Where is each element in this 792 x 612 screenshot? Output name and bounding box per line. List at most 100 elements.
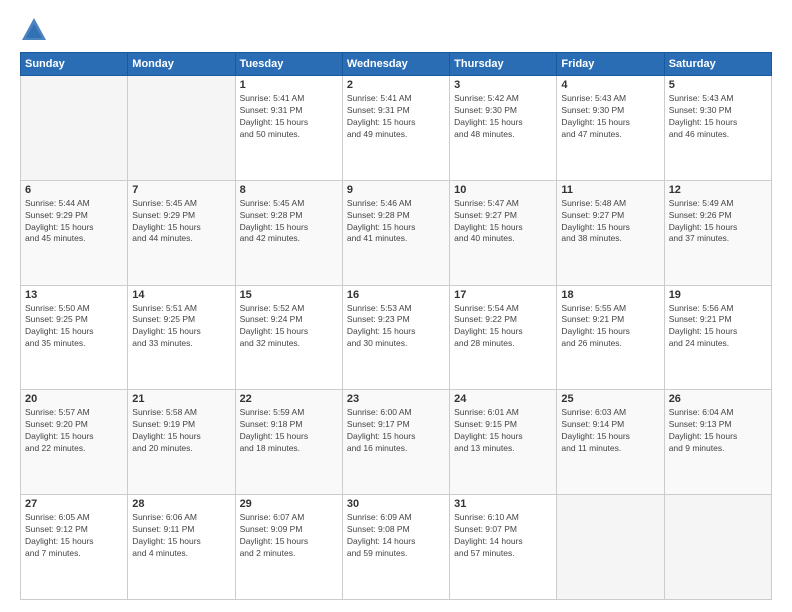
day-number: 18	[561, 289, 659, 301]
day-number: 19	[669, 289, 767, 301]
calendar-cell: 3Sunrise: 5:42 AM Sunset: 9:30 PM Daylig…	[450, 76, 557, 181]
calendar-cell: 15 Sunrise: 5:52 AM Sunset: 9:24 PM Dayli…	[235, 285, 342, 390]
day-info: Sunrise: 5:58 AM Sunset: 9:19 PM Dayligh…	[132, 407, 230, 455]
day-number: 22	[240, 393, 338, 405]
day-number: 31	[454, 498, 552, 510]
day-number: 2	[347, 79, 445, 91]
day-info: Sunrise: 5:41 AM Sunset: 9:31 PM Dayligh…	[347, 93, 445, 141]
page: SundayMondayTuesdayWednesdayThursdayFrid…	[0, 0, 792, 612]
day-info: Sunrise: 6:00 AM Sunset: 9:17 PM Dayligh…	[347, 407, 445, 455]
day-info: Sunrise: 6:01 AM Sunset: 9:15 PM Dayligh…	[454, 407, 552, 455]
weekday-header-thursday: Thursday	[450, 53, 557, 76]
day-number: 5	[669, 79, 767, 91]
calendar-cell: 2 Sunrise: 5:41 AM Sunset: 9:31 PM Daylig…	[342, 76, 449, 181]
calendar-cell: 29 Sunrise: 6:07 AM Sunset: 9:09 PM Dayli…	[235, 495, 342, 600]
calendar-cell: 26Sunrise: 6:04 AM Sunset: 9:13 PM Dayli…	[664, 390, 771, 495]
logo	[20, 16, 52, 44]
calendar-cell: 7 Sunrise: 5:45 AM Sunset: 9:29 PM Daylig…	[128, 180, 235, 285]
day-info: Sunrise: 5:48 AM Sunset: 9:27 PM Dayligh…	[561, 198, 659, 246]
calendar-cell: 16 Sunrise: 5:53 AM Sunset: 9:23 PM Dayli…	[342, 285, 449, 390]
week-row-1: 1 Sunrise: 5:41 AM Sunset: 9:31 PM Daylig…	[21, 76, 772, 181]
week-row-4: 20Sunrise: 5:57 AM Sunset: 9:20 PM Dayli…	[21, 390, 772, 495]
weekday-header-saturday: Saturday	[664, 53, 771, 76]
calendar-cell: 6 Sunrise: 5:44 AM Sunset: 9:29 PM Daylig…	[21, 180, 128, 285]
day-info: Sunrise: 5:59 AM Sunset: 9:18 PM Dayligh…	[240, 407, 338, 455]
day-number: 11	[561, 184, 659, 196]
calendar-cell: 11 Sunrise: 5:48 AM Sunset: 9:27 PM Dayli…	[557, 180, 664, 285]
calendar-cell: 21 Sunrise: 5:58 AM Sunset: 9:19 PM Dayli…	[128, 390, 235, 495]
day-number: 12	[669, 184, 767, 196]
weekday-header-sunday: Sunday	[21, 53, 128, 76]
day-number: 8	[240, 184, 338, 196]
day-info: Sunrise: 5:43 AM Sunset: 9:30 PM Dayligh…	[669, 93, 767, 141]
calendar-cell: 8 Sunrise: 5:45 AM Sunset: 9:28 PM Daylig…	[235, 180, 342, 285]
calendar-cell	[128, 76, 235, 181]
day-number: 25	[561, 393, 659, 405]
calendar-cell	[557, 495, 664, 600]
day-info: Sunrise: 5:46 AM Sunset: 9:28 PM Dayligh…	[347, 198, 445, 246]
day-info: Sunrise: 6:09 AM Sunset: 9:08 PM Dayligh…	[347, 512, 445, 560]
calendar-cell: 14 Sunrise: 5:51 AM Sunset: 9:25 PM Dayli…	[128, 285, 235, 390]
day-info: Sunrise: 6:07 AM Sunset: 9:09 PM Dayligh…	[240, 512, 338, 560]
day-info: Sunrise: 5:43 AM Sunset: 9:30 PM Dayligh…	[561, 93, 659, 141]
day-info: Sunrise: 5:45 AM Sunset: 9:29 PM Dayligh…	[132, 198, 230, 246]
calendar-cell	[21, 76, 128, 181]
weekday-header-friday: Friday	[557, 53, 664, 76]
calendar-cell: 20Sunrise: 5:57 AM Sunset: 9:20 PM Dayli…	[21, 390, 128, 495]
day-info: Sunrise: 5:50 AM Sunset: 9:25 PM Dayligh…	[25, 303, 123, 351]
week-row-5: 27Sunrise: 6:05 AM Sunset: 9:12 PM Dayli…	[21, 495, 772, 600]
week-row-3: 13 Sunrise: 5:50 AM Sunset: 9:25 PM Dayli…	[21, 285, 772, 390]
day-number: 17	[454, 289, 552, 301]
day-number: 21	[132, 393, 230, 405]
day-info: Sunrise: 6:10 AM Sunset: 9:07 PM Dayligh…	[454, 512, 552, 560]
week-row-2: 6 Sunrise: 5:44 AM Sunset: 9:29 PM Daylig…	[21, 180, 772, 285]
day-info: Sunrise: 5:45 AM Sunset: 9:28 PM Dayligh…	[240, 198, 338, 246]
calendar-cell: 22 Sunrise: 5:59 AM Sunset: 9:18 PM Dayli…	[235, 390, 342, 495]
calendar-cell: 1 Sunrise: 5:41 AM Sunset: 9:31 PM Daylig…	[235, 76, 342, 181]
header	[20, 16, 772, 44]
calendar-cell: 18 Sunrise: 5:55 AM Sunset: 9:21 PM Dayli…	[557, 285, 664, 390]
day-number: 29	[240, 498, 338, 510]
calendar-cell: 28Sunrise: 6:06 AM Sunset: 9:11 PM Dayli…	[128, 495, 235, 600]
day-number: 3	[454, 79, 552, 91]
weekday-header-tuesday: Tuesday	[235, 53, 342, 76]
calendar-cell: 25 Sunrise: 6:03 AM Sunset: 9:14 PM Dayli…	[557, 390, 664, 495]
calendar-cell: 9 Sunrise: 5:46 AM Sunset: 9:28 PM Daylig…	[342, 180, 449, 285]
calendar-cell: 10Sunrise: 5:47 AM Sunset: 9:27 PM Dayli…	[450, 180, 557, 285]
day-number: 4	[561, 79, 659, 91]
day-number: 15	[240, 289, 338, 301]
weekday-header-monday: Monday	[128, 53, 235, 76]
day-number: 23	[347, 393, 445, 405]
calendar-cell: 31 Sunrise: 6:10 AM Sunset: 9:07 PM Dayli…	[450, 495, 557, 600]
day-number: 9	[347, 184, 445, 196]
day-number: 26	[669, 393, 767, 405]
day-info: Sunrise: 5:55 AM Sunset: 9:21 PM Dayligh…	[561, 303, 659, 351]
calendar-cell: 19 Sunrise: 5:56 AM Sunset: 9:21 PM Dayli…	[664, 285, 771, 390]
calendar-table: SundayMondayTuesdayWednesdayThursdayFrid…	[20, 52, 772, 600]
day-info: Sunrise: 6:05 AM Sunset: 9:12 PM Dayligh…	[25, 512, 123, 560]
weekday-header-wednesday: Wednesday	[342, 53, 449, 76]
day-number: 6	[25, 184, 123, 196]
calendar-cell: 24 Sunrise: 6:01 AM Sunset: 9:15 PM Dayli…	[450, 390, 557, 495]
day-info: Sunrise: 6:06 AM Sunset: 9:11 PM Dayligh…	[132, 512, 230, 560]
calendar-cell: 12 Sunrise: 5:49 AM Sunset: 9:26 PM Dayli…	[664, 180, 771, 285]
day-info: Sunrise: 5:56 AM Sunset: 9:21 PM Dayligh…	[669, 303, 767, 351]
day-info: Sunrise: 5:53 AM Sunset: 9:23 PM Dayligh…	[347, 303, 445, 351]
day-number: 1	[240, 79, 338, 91]
day-number: 14	[132, 289, 230, 301]
day-info: Sunrise: 5:41 AM Sunset: 9:31 PM Dayligh…	[240, 93, 338, 141]
day-info: Sunrise: 6:03 AM Sunset: 9:14 PM Dayligh…	[561, 407, 659, 455]
calendar-cell: 27Sunrise: 6:05 AM Sunset: 9:12 PM Dayli…	[21, 495, 128, 600]
day-number: 20	[25, 393, 123, 405]
day-info: Sunrise: 5:44 AM Sunset: 9:29 PM Dayligh…	[25, 198, 123, 246]
day-info: Sunrise: 5:51 AM Sunset: 9:25 PM Dayligh…	[132, 303, 230, 351]
day-info: Sunrise: 5:49 AM Sunset: 9:26 PM Dayligh…	[669, 198, 767, 246]
day-info: Sunrise: 5:47 AM Sunset: 9:27 PM Dayligh…	[454, 198, 552, 246]
day-number: 24	[454, 393, 552, 405]
day-info: Sunrise: 5:54 AM Sunset: 9:22 PM Dayligh…	[454, 303, 552, 351]
day-number: 16	[347, 289, 445, 301]
day-number: 7	[132, 184, 230, 196]
day-info: Sunrise: 5:52 AM Sunset: 9:24 PM Dayligh…	[240, 303, 338, 351]
calendar-cell: 13 Sunrise: 5:50 AM Sunset: 9:25 PM Dayli…	[21, 285, 128, 390]
day-number: 13	[25, 289, 123, 301]
